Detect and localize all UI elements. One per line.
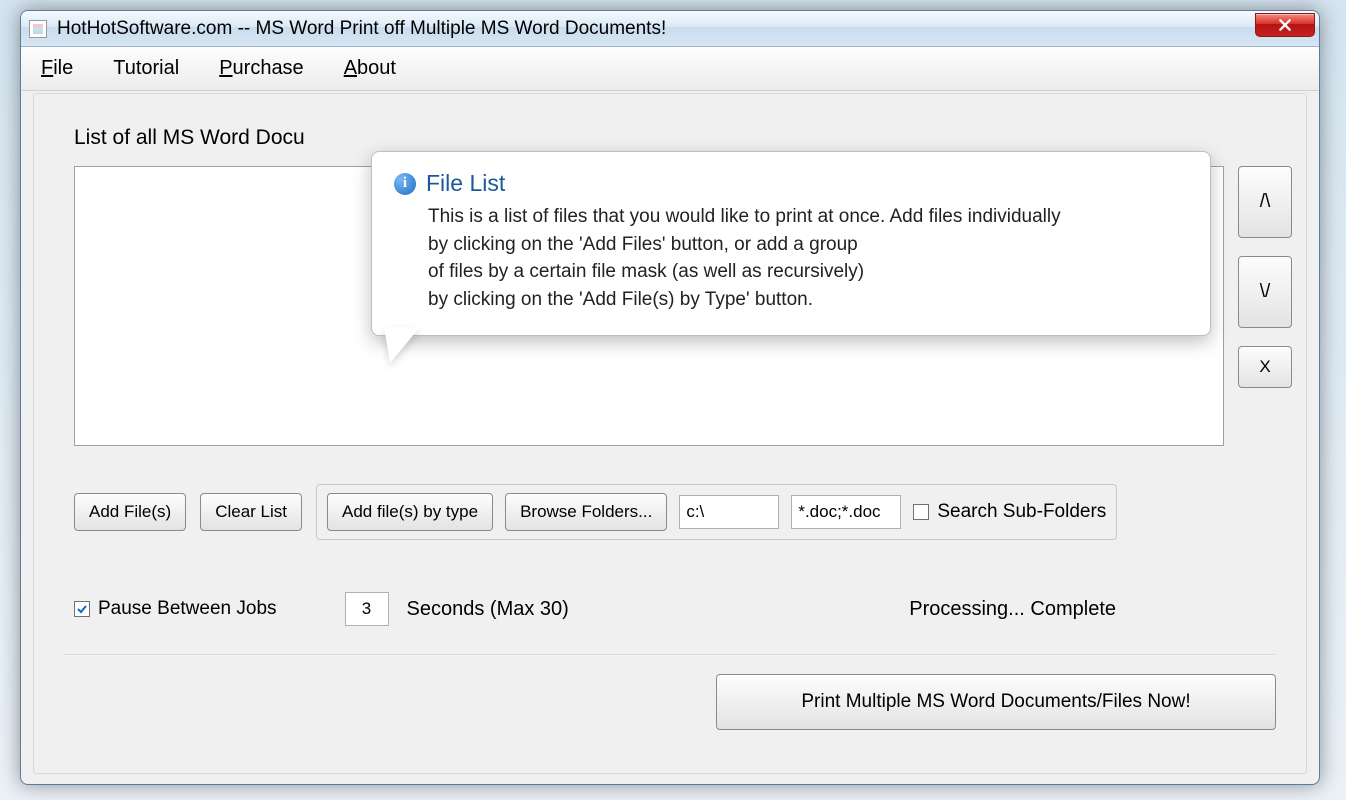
app-icon [29, 20, 47, 38]
title-bar[interactable]: HotHotSoftware.com -- MS Word Print off … [21, 11, 1319, 47]
tooltip-balloon: i File List This is a list of files that… [371, 151, 1211, 336]
add-files-button[interactable]: Add File(s) [74, 493, 186, 531]
close-button[interactable] [1255, 13, 1315, 37]
menu-bar: File Tutorial Purchase About [21, 47, 1319, 91]
print-now-button[interactable]: Print Multiple MS Word Documents/Files N… [716, 674, 1276, 730]
remove-button[interactable]: X [1238, 346, 1292, 388]
menu-about[interactable]: About [344, 57, 396, 80]
status-label: Processing... Complete [909, 598, 1116, 621]
add-by-type-button[interactable]: Add file(s) by type [327, 493, 493, 531]
search-subfolders-label: Search Sub-Folders [937, 501, 1106, 523]
clear-list-button[interactable]: Clear List [200, 493, 302, 531]
menu-tutorial[interactable]: Tutorial [113, 57, 179, 80]
window-title: HotHotSoftware.com -- MS Word Print off … [57, 18, 666, 40]
browse-folders-button[interactable]: Browse Folders... [505, 493, 667, 531]
search-subfolders-option[interactable]: Search Sub-Folders [913, 501, 1106, 523]
move-down-button[interactable]: \/ [1238, 256, 1292, 328]
filemask-input[interactable] [791, 495, 901, 529]
options-row: Pause Between Jobs Seconds (Max 30) Proc… [74, 592, 1266, 626]
add-by-type-group: Add file(s) by type Browse Folders... Se… [316, 484, 1117, 540]
list-label: List of all MS Word Docu [74, 126, 305, 150]
tooltip-tail [384, 329, 424, 369]
pause-between-label: Pause Between Jobs [98, 598, 277, 620]
app-window: HotHotSoftware.com -- MS Word Print off … [20, 10, 1320, 785]
print-button-area: Print Multiple MS Word Documents/Files N… [716, 674, 1276, 730]
move-up-button[interactable]: /\ [1238, 166, 1292, 238]
path-input[interactable] [679, 495, 779, 529]
pause-seconds-input[interactable] [345, 592, 389, 626]
pause-between-option[interactable]: Pause Between Jobs [74, 598, 277, 620]
side-buttons: /\ \/ X [1238, 166, 1292, 388]
tooltip-title: File List [426, 170, 505, 197]
close-icon [1278, 18, 1292, 32]
seconds-label: Seconds (Max 30) [407, 598, 569, 621]
check-icon [76, 603, 88, 615]
menu-file[interactable]: File [41, 57, 73, 80]
divider [64, 654, 1276, 656]
info-icon: i [394, 173, 416, 195]
menu-purchase[interactable]: Purchase [219, 57, 304, 80]
toolbar-row: Add File(s) Clear List Add file(s) by ty… [74, 484, 1117, 540]
search-subfolders-checkbox[interactable] [913, 504, 929, 520]
tooltip-body: This is a list of files that you would l… [428, 203, 1188, 313]
pause-between-checkbox[interactable] [74, 601, 90, 617]
